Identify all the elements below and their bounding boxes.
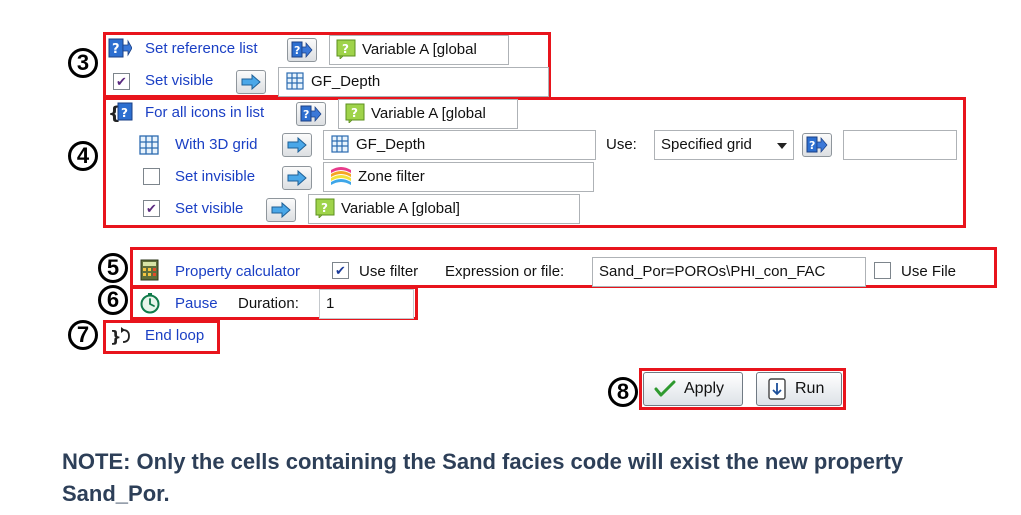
set-visible-insert-button-3[interactable] [236,70,266,94]
with-3d-grid-link[interactable]: With 3D grid [175,136,258,153]
end-loop-icon: } [110,327,130,346]
loop-list-button[interactable]: ? [296,102,326,126]
arrow-right-icon [287,170,307,186]
pause-link[interactable]: Pause [175,295,218,312]
step-number-8: 8 [608,377,638,407]
note-text: NOTE: Only the cells containing the Sand… [62,449,904,506]
set-visible-value-4: Variable A [global] [341,200,460,218]
with-3d-grid-value: GF_Depth [356,136,426,154]
apply-label: Apply [684,380,725,397]
use-grid-extra-field[interactable] [843,130,957,160]
loop-list-field[interactable]: ? Variable A [global [338,99,518,129]
grid-icon [286,72,304,90]
property-calculator-link[interactable]: Property calculator [175,263,300,280]
set-visible-field-3[interactable]: GF_Depth [278,67,549,97]
set-visible-checkbox-4[interactable] [143,200,160,217]
use-grid-select[interactable]: Specified grid [654,130,794,160]
run-label: Run [795,380,825,397]
set-invisible-value: Zone filter [358,168,425,186]
set-invisible-link[interactable]: Set invisible [175,168,255,185]
use-grid-list-button[interactable]: ? [802,133,832,157]
run-icon [768,378,786,400]
grid-icon [139,135,159,155]
with-3d-grid-field[interactable]: GF_Depth [323,130,596,160]
use-label: Use: [606,136,637,153]
use-grid-select-value: Specified grid [661,136,752,153]
run-button[interactable]: Run [756,372,842,406]
arrow-right-icon [241,74,261,90]
reference-list-icon: ? [108,38,132,58]
set-visible-checkbox-3[interactable] [113,73,130,90]
use-filter-checkbox[interactable] [332,262,349,279]
reference-list-icon: ? [300,105,322,122]
expression-field[interactable]: Sand_Por=POROs\PHI_con_FAC [592,257,866,287]
variable-icon: ? [336,39,356,60]
set-visible-link-4[interactable]: Set visible [175,200,243,217]
for-all-icons-link[interactable]: For all icons in list [145,104,264,121]
checkmark-icon [654,380,676,397]
use-file-label: Use File [901,263,957,280]
svg-text:?: ? [112,42,120,57]
svg-text:?: ? [321,201,328,215]
calculator-icon [140,259,159,281]
expression-label: Expression or file: [445,263,565,280]
step-number-5: 5 [98,253,128,283]
svg-text:?: ? [351,106,358,120]
end-loop-link[interactable]: End loop [145,327,204,344]
with-3d-grid-insert-button[interactable] [282,133,312,157]
set-invisible-field[interactable]: Zone filter [323,162,594,192]
reference-list-icon: ? [291,41,313,58]
chevron-down-icon [777,143,787,149]
step-number-6: 6 [98,285,128,315]
zone-filter-icon [331,167,351,186]
reference-list-icon: ? [806,136,828,153]
arrow-right-icon [271,202,291,218]
stopwatch-icon [140,293,160,314]
step-number-4: 4 [68,141,98,171]
duration-label: Duration: [238,295,299,312]
set-invisible-checkbox[interactable] [143,168,160,185]
set-reference-list-link[interactable]: Set reference list [145,40,258,57]
expression-value: Sand_Por=POROs\PHI_con_FAC [599,263,826,281]
reference-list-button[interactable]: ? [287,38,317,62]
reference-list-field[interactable]: ? Variable A [global [329,35,509,65]
set-invisible-insert-button[interactable] [282,166,312,190]
set-visible-link-3[interactable]: Set visible [145,72,213,89]
svg-text:?: ? [294,44,300,57]
svg-text:}: } [110,327,121,346]
duration-field[interactable]: 1 [319,289,414,319]
set-visible-insert-button-4[interactable] [266,198,296,222]
grid-icon [331,135,349,153]
arrow-right-icon [287,137,307,153]
svg-text:?: ? [121,106,128,120]
step-number-3: 3 [68,48,98,78]
step-number-7: 7 [68,320,98,350]
loop-start-icon: { ? [108,102,133,123]
loop-list-value: Variable A [global [371,105,486,123]
reference-list-value: Variable A [global [362,41,477,59]
svg-text:?: ? [809,139,815,152]
duration-value: 1 [326,295,335,313]
use-file-checkbox[interactable] [874,262,891,279]
variable-icon: ? [345,103,365,124]
svg-text:?: ? [303,108,309,121]
set-visible-field-4[interactable]: ? Variable A [global] [308,194,580,224]
use-filter-label: Use filter [359,263,419,280]
set-visible-value-3: GF_Depth [311,73,381,91]
variable-icon: ? [315,198,335,219]
svg-text:?: ? [342,42,349,56]
apply-button[interactable]: Apply [643,372,743,406]
